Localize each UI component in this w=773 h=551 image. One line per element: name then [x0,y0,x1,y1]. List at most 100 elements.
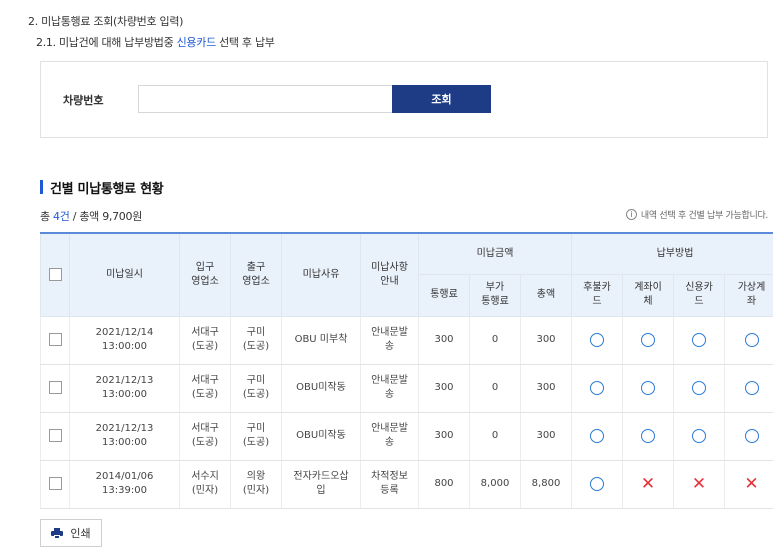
vehicle-number-input[interactable] [138,85,393,113]
cell-reason: OBU미작동 [281,412,361,461]
available-circle-icon[interactable] [641,332,655,347]
cell-deferred-card [571,460,623,509]
cell-virtual-account [724,412,773,461]
step21-text-post: 선택 후 납부 [215,36,275,49]
cell-reason: OBU미작동 [281,364,361,413]
cell-exit: 의왕 (민자) [230,460,282,509]
header-virtual-account-label: 가상계 좌 [737,282,766,307]
cell-bank-transfer [622,364,674,413]
summary-total: / 총액 9,700원 [69,210,143,223]
available-circle-icon[interactable] [590,428,604,443]
cell-entry: 서대구 (도공) [179,364,231,413]
available-circle-icon[interactable] [641,380,655,395]
cell-extra: 8,000 [469,460,521,509]
cell-deferred-card [571,412,623,461]
header-exit-label: 출구 영업소 [242,261,270,287]
cell-toll: 300 [418,364,470,413]
cell-toll: 300 [418,316,470,365]
select-all-checkbox[interactable] [48,267,62,281]
cell-entry: 서대구 (도공) [179,412,231,461]
cell-bank-transfer [622,316,674,365]
row-checkbox[interactable] [48,380,62,394]
available-circle-icon[interactable] [692,380,706,395]
cell-extra: 0 [469,412,521,461]
cell-bank-transfer: ✕ [622,460,674,509]
search-panel: 차량번호 조회 [40,61,768,138]
cell-total: 8,800 [520,460,572,509]
header-deferred-card-label: 후불카 드 [583,282,611,307]
header-date: 미납일시 [69,232,180,317]
cell-date: 2021/12/13 13:00:00 [69,412,180,461]
unavailable-x-icon: ✕ [744,473,759,494]
available-circle-icon[interactable] [590,332,604,347]
available-circle-icon[interactable] [590,476,604,491]
select-all-cell [40,232,70,317]
print-button[interactable]: 인쇄 [40,519,102,547]
available-circle-icon[interactable] [692,332,706,347]
header-bank-transfer-label: 계좌이 체 [634,282,662,307]
cell-date: 2021/12/14 13:00:00 [69,316,180,365]
available-circle-icon[interactable] [744,332,759,347]
search-button[interactable]: 조회 [392,85,491,113]
cell-exit: 구미 (도공) [230,316,282,365]
notice-text: 내역 선택 후 건별 납부 가능합니다. [640,211,768,221]
step21-text-pre: 2.1. 미납건에 대해 납부방법중 [36,36,177,49]
credit-card-highlight: 신용카드 [176,36,217,49]
row-checkbox[interactable] [48,428,62,442]
table-row[interactable]: 2021/12/14 13:00:00 서대구 (도공) 구미 (도공) OBU 미부… [40,316,773,365]
cell-credit-card [673,364,725,413]
unavailable-x-icon: ✕ [691,473,707,494]
cell-extra: 0 [469,316,521,365]
header-amount-group: 미납금액 [418,232,572,275]
cell-extra: 0 [469,364,521,413]
cell-guide: 안내문발 송 [360,316,419,365]
available-circle-icon[interactable] [590,380,604,395]
cell-exit: 구미 (도공) [230,364,282,413]
cell-guide: 차적정보 등록 [360,460,419,509]
header-toll: 통행료 [418,273,470,317]
header-deferred-card: 후불카 드 [571,273,623,317]
summary-count: 4건 [53,210,70,223]
print-label: 인쇄 [70,527,91,540]
section-title: 건별 미납통행료 현황 [40,178,164,197]
printer-icon [51,527,64,539]
cell-virtual-account [724,364,773,413]
row-checkbox[interactable] [48,332,62,346]
table-row[interactable]: 2021/12/13 13:00:00 서대구 (도공) 구미 (도공) OBU미작동… [40,364,773,413]
cell-date: 2014/01/06 13:39:00 [69,460,180,509]
header-entry-label: 입구 영업소 [191,261,219,287]
unavailable-x-icon: ✕ [640,473,656,494]
header-bank-transfer: 계좌이 체 [622,273,674,317]
cell-bank-transfer [622,412,674,461]
cell-credit-card: ✕ [673,460,725,509]
cell-virtual-account: ✕ [724,460,773,509]
row-select-cell [40,316,70,365]
cell-guide: 안내문발 송 [360,364,419,413]
table-row[interactable]: 2014/01/06 13:39:00 서수지 (민자) 의왕 (민자) 전자카드오삽… [40,460,773,509]
header-credit-card-label: 신용카 드 [685,282,713,307]
cell-guide: 안내문발 송 [360,412,419,461]
header-extra: 부가 통행료 [469,273,521,317]
header-guide-label: 미납사항 안내 [371,261,408,287]
notice: i 내역 선택 후 건별 납부 가능합니다. [625,208,768,221]
row-checkbox[interactable] [48,476,62,490]
cell-deferred-card [571,364,623,413]
available-circle-icon[interactable] [641,428,655,443]
cell-total: 300 [520,412,572,461]
available-circle-icon[interactable] [692,428,706,443]
available-circle-icon[interactable] [744,380,759,395]
cell-entry: 서수지 (민자) [179,460,231,509]
cell-deferred-card [571,316,623,365]
available-circle-icon[interactable] [744,428,759,443]
header-reason: 미납사유 [281,232,361,317]
header-guide: 미납사항 안내 [360,232,419,317]
header-credit-card: 신용카 드 [673,273,725,317]
header-virtual-account: 가상계 좌 [724,273,773,317]
cell-virtual-account [724,316,773,365]
table-row[interactable]: 2021/12/13 13:00:00 서대구 (도공) 구미 (도공) OBU미작동… [40,412,773,461]
row-select-cell [40,364,70,413]
cell-toll: 300 [418,412,470,461]
info-icon: i [625,209,637,220]
cell-reason: OBU 미부착 [281,316,361,365]
summary-prefix: 총 [40,210,54,223]
